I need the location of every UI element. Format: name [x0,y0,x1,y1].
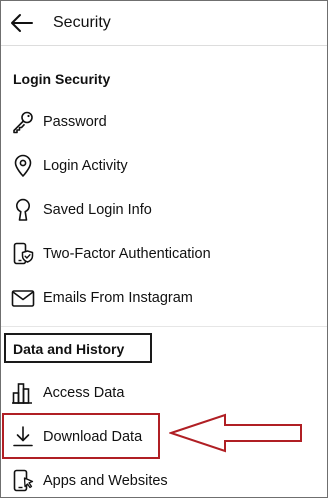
page-title: Security [53,14,111,31]
menu-item-login-activity[interactable]: Login Activity [1,146,327,186]
section-divider [1,326,327,327]
menu-item-label: Two-Factor Authentication [43,246,211,262]
menu-item-label: Password [43,114,107,130]
download-highlight-box [2,413,160,459]
menu-item-label: Apps and Websites [43,473,168,489]
arrow-left-icon [11,14,33,32]
header-bar: Security [1,1,327,46]
menu-item-access-data[interactable]: Access Data [1,373,327,413]
bar-chart-icon [11,381,35,405]
back-button[interactable] [7,9,37,37]
key-icon [11,110,35,134]
phone-shield-icon [11,242,35,266]
envelope-icon [11,286,35,310]
menu-item-apps-and-websites[interactable]: Apps and Websites [1,461,327,497]
menu-item-password[interactable]: Password [1,102,327,142]
section-title-box: Data and History [4,333,152,363]
menu-item-emails-from-instagram[interactable]: Emails From Instagram [1,278,327,318]
section-title-login-security: Login Security [13,71,111,87]
menu-item-two-factor-authentication[interactable]: Two-Factor Authentication [1,234,327,274]
security-screen: Security Login Security Password Login A… [0,0,328,498]
phone-cursor-icon [11,469,35,493]
keyhole-icon [11,198,35,222]
menu-item-label: Login Activity [43,158,128,174]
menu-item-label: Access Data [43,385,125,401]
menu-item-label: Emails From Instagram [43,290,193,306]
pointer-arrow-icon [169,413,302,453]
menu-item-label: Saved Login Info [43,202,152,218]
location-pin-icon [11,154,35,178]
section-title-data-and-history: Data and History [13,341,125,357]
menu-item-saved-login-info[interactable]: Saved Login Info [1,190,327,230]
